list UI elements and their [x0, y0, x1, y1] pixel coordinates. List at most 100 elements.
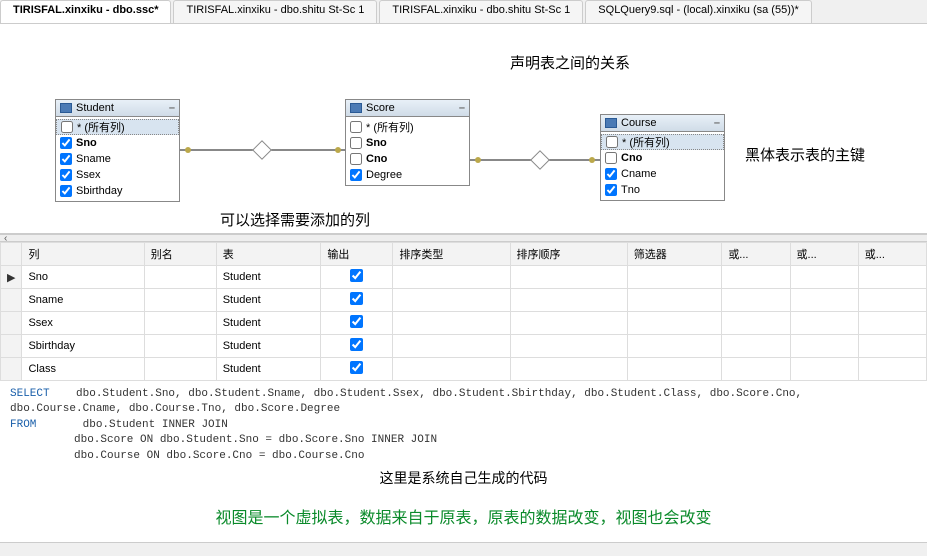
grid-row[interactable]: Class Student [1, 358, 927, 381]
table-student[interactable]: Student – * (所有列)SnoSnameSsexSbirthday [55, 99, 180, 202]
grid-cell[interactable] [321, 266, 393, 289]
grid-cell[interactable] [790, 335, 858, 358]
grid-cell[interactable]: Student [216, 335, 321, 358]
grid-header[interactable]: 或... [858, 243, 926, 266]
output-checkbox[interactable] [350, 315, 363, 328]
column-checkbox[interactable] [605, 152, 617, 164]
table-course-title[interactable]: Course – [601, 115, 724, 132]
table-course[interactable]: Course – * (所有列)CnoCnameTno [600, 114, 725, 201]
grid-cell[interactable]: Student [216, 312, 321, 335]
column-checkbox[interactable] [61, 121, 73, 133]
grid-cell[interactable]: Ssex [22, 312, 144, 335]
row-selector[interactable] [1, 335, 22, 358]
column-row[interactable]: Sbirthday [56, 183, 179, 199]
criteria-grid[interactable]: 列别名表输出排序类型排序顺序筛选器或...或...或... ▶SnoStuden… [0, 242, 927, 381]
column-row[interactable]: Degree [346, 167, 469, 183]
grid-header[interactable]: 表 [216, 243, 321, 266]
column-row[interactable]: Sno [346, 135, 469, 151]
grid-cell[interactable] [627, 289, 722, 312]
grid-cell[interactable] [858, 289, 926, 312]
column-checkbox[interactable] [605, 184, 617, 196]
join-diamond-icon[interactable] [530, 150, 550, 170]
column-checkbox[interactable] [60, 169, 72, 181]
grid-cell[interactable] [321, 312, 393, 335]
grid-cell[interactable] [722, 312, 790, 335]
grid-cell[interactable] [858, 358, 926, 381]
grid-cell[interactable] [722, 335, 790, 358]
grid-header[interactable]: 或... [722, 243, 790, 266]
grid-cell[interactable]: Class [22, 358, 144, 381]
output-checkbox[interactable] [350, 361, 363, 374]
column-row[interactable]: Ssex [56, 167, 179, 183]
grid-cell[interactable] [321, 335, 393, 358]
table-score-title[interactable]: Score – [346, 100, 469, 117]
column-checkbox[interactable] [605, 168, 617, 180]
tab-2[interactable]: TIRISFAL.xinxiku - dbo.shitu St-Sc 1 [379, 0, 583, 23]
grid-cell[interactable] [722, 266, 790, 289]
column-checkbox[interactable] [350, 137, 362, 149]
grid-cell[interactable] [858, 335, 926, 358]
grid-cell[interactable]: Sname [22, 289, 144, 312]
sql-pane[interactable]: SELECT dbo.Student.Sno, dbo.Student.Snam… [0, 381, 927, 496]
column-checkbox[interactable] [60, 137, 72, 149]
column-row[interactable]: Cno [601, 150, 724, 166]
tab-0[interactable]: TIRISFAL.xinxiku - dbo.ssc* [0, 0, 171, 23]
minimize-icon[interactable]: – [169, 102, 175, 114]
grid-cell[interactable] [393, 312, 510, 335]
grid-header[interactable]: 排序顺序 [510, 243, 627, 266]
grid-header[interactable]: 排序类型 [393, 243, 510, 266]
column-row[interactable]: Sno [56, 135, 179, 151]
grid-cell[interactable] [393, 358, 510, 381]
grid-cell[interactable] [321, 358, 393, 381]
grid-cell[interactable]: Sno [22, 266, 144, 289]
grid-cell[interactable]: Student [216, 289, 321, 312]
column-row[interactable]: Cname [601, 166, 724, 182]
grid-header[interactable]: 列 [22, 243, 144, 266]
grid-cell[interactable] [722, 358, 790, 381]
grid-cell[interactable] [510, 289, 627, 312]
minimize-icon[interactable]: – [714, 117, 720, 129]
grid-cell[interactable]: Student [216, 358, 321, 381]
grid-cell[interactable] [510, 266, 627, 289]
grid-row[interactable]: Sname Student [1, 289, 927, 312]
column-checkbox[interactable] [606, 136, 618, 148]
grid-cell[interactable] [722, 289, 790, 312]
grid-cell[interactable] [510, 358, 627, 381]
diagram-pane[interactable]: 声明表之间的关系 可以选择需要添加的列 黑体表示表的主键 Student – *… [0, 24, 927, 234]
column-row[interactable]: * (所有列) [601, 134, 724, 150]
grid-cell[interactable] [858, 312, 926, 335]
tab-1[interactable]: TIRISFAL.xinxiku - dbo.shitu St-Sc 1 [173, 0, 377, 23]
column-row[interactable]: Cno [346, 151, 469, 167]
join-diamond-icon[interactable] [252, 140, 272, 160]
grid-row[interactable]: ▶SnoStudent [1, 266, 927, 289]
grid-cell[interactable] [858, 266, 926, 289]
output-checkbox[interactable] [350, 269, 363, 282]
grid-cell[interactable] [790, 266, 858, 289]
table-score[interactable]: Score – * (所有列)SnoCnoDegree [345, 99, 470, 186]
column-checkbox[interactable] [350, 121, 362, 133]
grid-cell[interactable] [627, 358, 722, 381]
grid-cell[interactable] [790, 358, 858, 381]
row-selector[interactable] [1, 358, 22, 381]
row-selector[interactable] [1, 289, 22, 312]
grid-cell[interactable] [790, 312, 858, 335]
column-row[interactable]: Tno [601, 182, 724, 198]
grid-header[interactable]: 筛选器 [627, 243, 722, 266]
grid-cell[interactable]: Student [216, 266, 321, 289]
grid-cell[interactable] [393, 289, 510, 312]
grid-row[interactable]: Sbirthday Student [1, 335, 927, 358]
grid-cell[interactable] [627, 335, 722, 358]
grid-cell[interactable]: Sbirthday [22, 335, 144, 358]
column-checkbox[interactable] [350, 153, 362, 165]
grid-header[interactable]: 输出 [321, 243, 393, 266]
grid-cell[interactable] [144, 358, 216, 381]
pane-splitter[interactable]: ‹ [0, 234, 927, 242]
grid-cell[interactable] [627, 312, 722, 335]
row-selector[interactable] [1, 312, 22, 335]
grid-cell[interactable] [627, 266, 722, 289]
grid-cell[interactable] [510, 312, 627, 335]
grid-header[interactable]: 别名 [144, 243, 216, 266]
grid-cell[interactable] [321, 289, 393, 312]
tab-3[interactable]: SQLQuery9.sql - (local).xinxiku (sa (55)… [585, 0, 812, 23]
grid-cell[interactable] [144, 266, 216, 289]
